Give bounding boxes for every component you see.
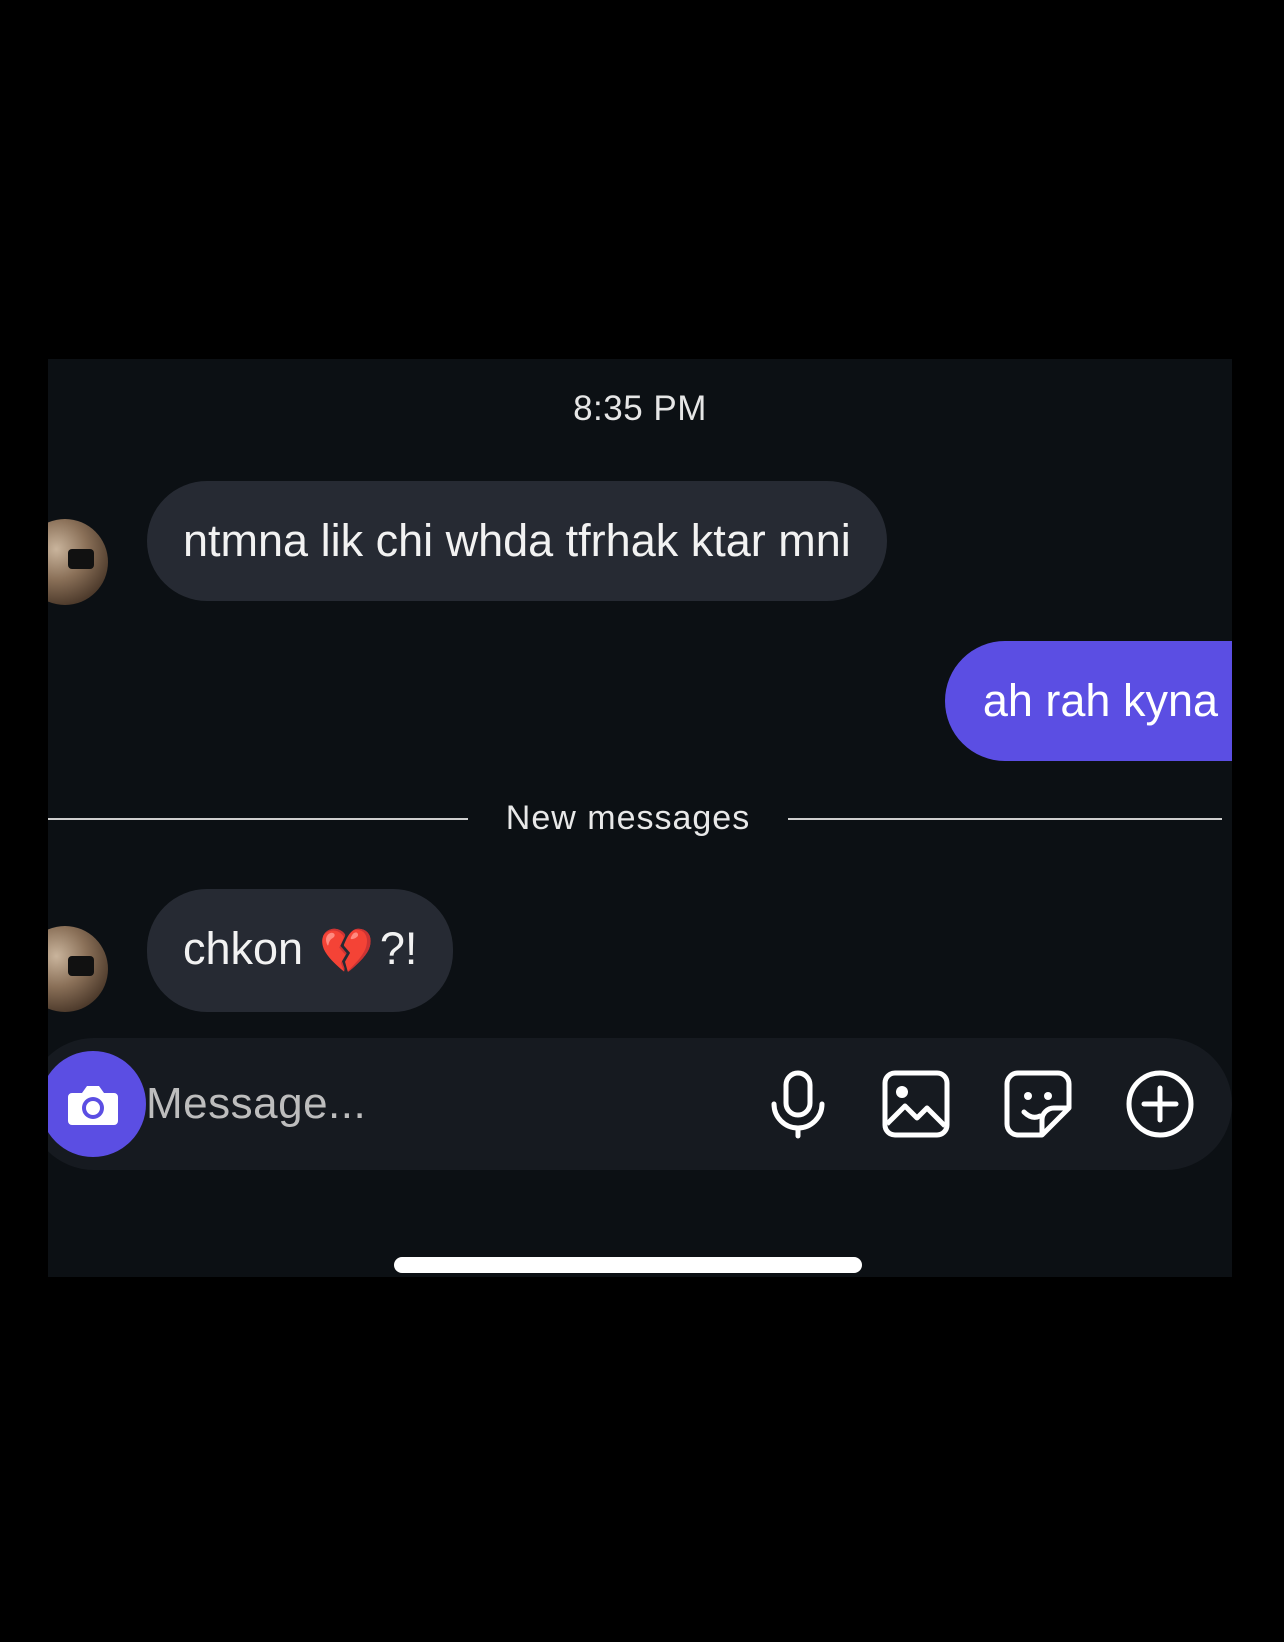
outgoing-message-bubble[interactable]: ah rah kyna: [944, 641, 1232, 761]
message-text: chkon: [183, 923, 304, 974]
sticker-icon[interactable]: [1002, 1068, 1074, 1140]
camera-icon: [68, 1086, 118, 1125]
gallery-icon[interactable]: [880, 1068, 952, 1140]
message-text: ah rah kyna: [982, 675, 1218, 726]
microphone-icon[interactable]: [762, 1068, 834, 1140]
message-timestamp: 8:35 PM: [573, 389, 707, 428]
new-messages-label: New messages: [505, 799, 751, 837]
incoming-message-bubble[interactable]: ntmna lik chi whda tfrhak ktar mni: [147, 481, 887, 601]
message-input[interactable]: Message...: [146, 1071, 706, 1137]
broken-heart-emoji: 💔: [319, 927, 374, 976]
add-icon[interactable]: [1124, 1068, 1196, 1140]
home-indicator[interactable]: [394, 1257, 862, 1273]
page: 8:35 PM ntmna lik chi whda tfrhak ktar m…: [0, 0, 1284, 1642]
contact-avatar[interactable]: [48, 926, 108, 1012]
chat-screen: 8:35 PM ntmna lik chi whda tfrhak ktar m…: [48, 359, 1232, 1277]
message-text: ntmna lik chi whda tfrhak ktar mni: [183, 515, 851, 566]
divider-line: [788, 818, 1222, 820]
message-suffix: ?!: [379, 923, 418, 974]
divider-line: [48, 818, 468, 820]
contact-avatar[interactable]: [48, 519, 108, 605]
new-messages-divider: New messages: [48, 800, 1222, 836]
incoming-message-bubble[interactable]: chkon 💔?!: [147, 889, 454, 1012]
